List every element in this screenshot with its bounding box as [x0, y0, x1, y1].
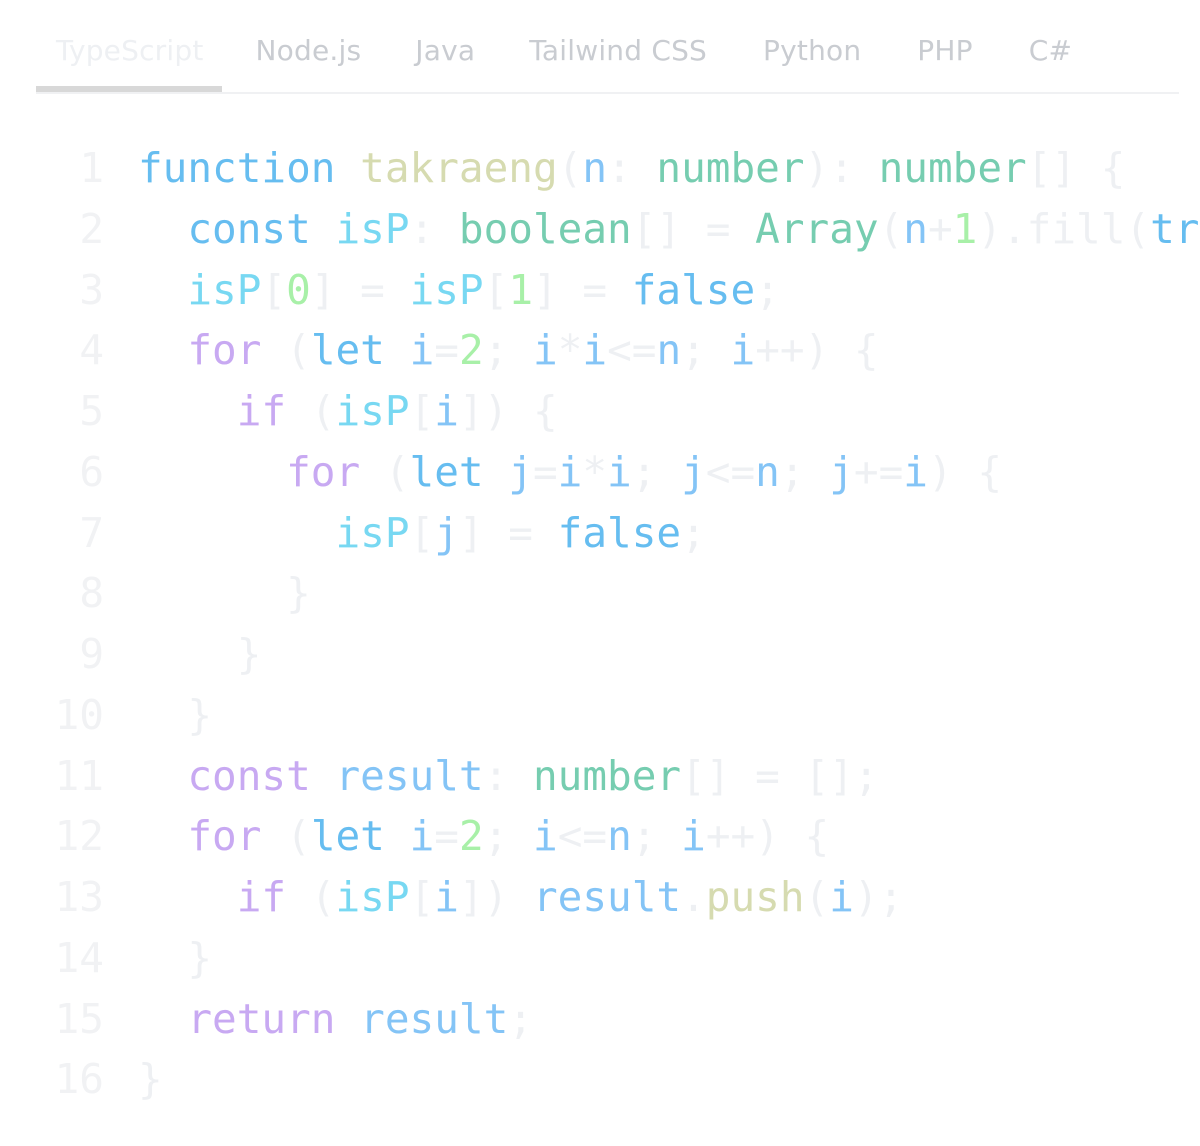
line-number: 12 — [54, 812, 104, 861]
tab-php[interactable]: PHP — [917, 20, 972, 90]
code-line: 8 } — [0, 563, 1200, 624]
code-line: 15 return result; — [0, 989, 1200, 1050]
line-number: 1 — [79, 144, 104, 192]
code-text: for (let i=2; i*i<=n; i++) { — [187, 326, 879, 375]
code-line: 7 isP[j] = false; — [0, 503, 1200, 564]
code-line: 14 } — [0, 928, 1200, 989]
code-text: } — [138, 690, 213, 739]
tab-java[interactable]: Java — [415, 20, 475, 90]
code-text: } — [138, 630, 262, 678]
line-number: 9 — [79, 630, 104, 678]
tab-nodejs[interactable]: Node.js — [256, 20, 362, 90]
line-number: 10 — [54, 690, 104, 739]
code-text: } — [138, 933, 213, 982]
language-tabs: TypeScript Node.js Java Tailwind CSS Pyt… — [36, 20, 1179, 94]
line-number: 7 — [79, 508, 104, 557]
line-number: 11 — [54, 751, 104, 800]
code-text: return result; — [187, 994, 533, 1043]
code-line: 3 isP[0] = isP[1] = false; — [0, 260, 1200, 321]
line-number: 14 — [54, 933, 104, 982]
code-line: 9 } — [0, 624, 1200, 685]
code-line: 1 function takraeng(n: number): number[] … — [0, 138, 1200, 199]
code-block: 1 function takraeng(n: number): number[] … — [0, 138, 1200, 1118]
code-line: 11 const result: number[] = []; — [0, 746, 1200, 807]
code-line: 4 for (let i=2; i*i<=n; i++) { — [0, 320, 1200, 381]
line-number: 4 — [79, 326, 104, 375]
code-line: 16} — [0, 1049, 1200, 1110]
code-text: isP[0] = isP[1] = false; — [187, 265, 780, 314]
code-text: isP[j] = false; — [335, 508, 706, 557]
code-text: if (isP[i]) result.push(i); — [236, 873, 904, 921]
tab-typescript[interactable]: TypeScript — [36, 20, 222, 92]
code-text: } — [138, 1055, 163, 1104]
code-text: function takraeng(n: number): number[] { — [138, 144, 1126, 192]
code-text: for (let i=2; i<=n; i++) { — [187, 812, 830, 861]
code-text: const isP: boolean[] = Array(n+1).fill(t… — [187, 204, 1200, 253]
tab-csharp[interactable]: C# — [1029, 20, 1072, 90]
tab-python[interactable]: Python — [763, 20, 861, 90]
line-number: 15 — [54, 994, 104, 1043]
line-number: 13 — [54, 873, 104, 921]
line-number: 5 — [79, 387, 104, 435]
code-line: 10 } — [0, 685, 1200, 746]
code-line: 13 if (isP[i]) result.push(i); — [0, 867, 1200, 928]
code-line: 5 if (isP[i]) { — [0, 381, 1200, 442]
line-number: 6 — [79, 447, 104, 496]
code-text: for (let j=i*i; j<=n; j+=i) { — [286, 447, 1003, 496]
line-number: 2 — [79, 204, 104, 253]
code-line: 2 const isP: boolean[] = Array(n+1).fill… — [0, 199, 1200, 260]
line-number: 16 — [54, 1055, 104, 1104]
code-text: if (isP[i]) { — [236, 387, 558, 435]
code-text: const result: number[] = []; — [187, 751, 879, 800]
tab-tailwind-css[interactable]: Tailwind CSS — [529, 20, 707, 90]
line-number: 3 — [79, 265, 104, 314]
code-line: 12 for (let i=2; i<=n; i++) { — [0, 806, 1200, 867]
code-line: 6 for (let j=i*i; j<=n; j+=i) { — [0, 442, 1200, 503]
line-number: 8 — [79, 569, 104, 618]
code-text: } — [138, 569, 311, 618]
